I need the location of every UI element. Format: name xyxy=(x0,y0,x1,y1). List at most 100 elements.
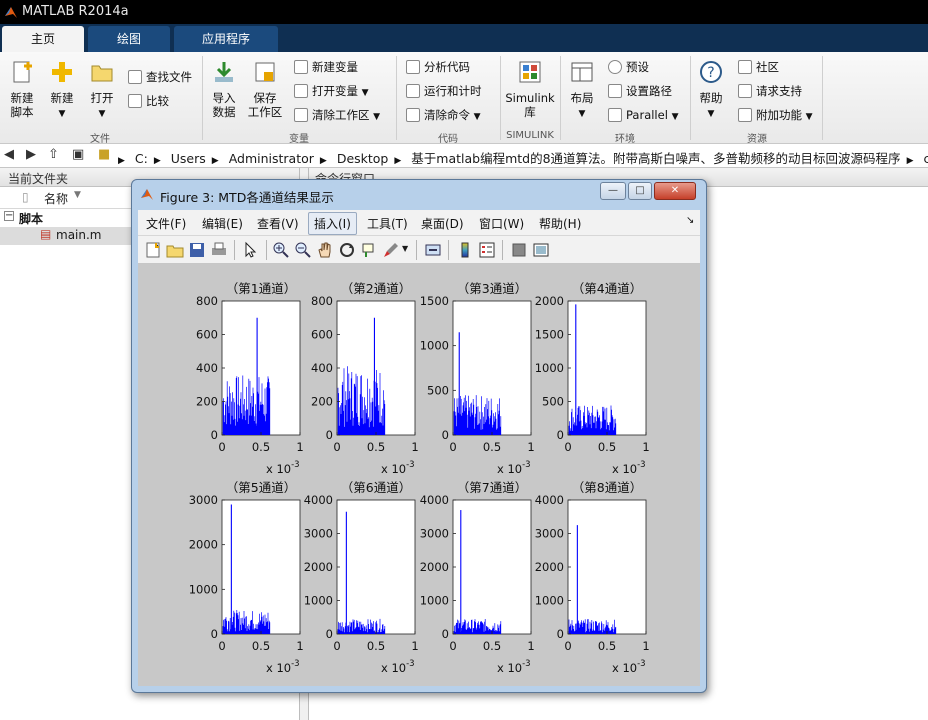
community-button[interactable]: 社区 xyxy=(738,60,779,74)
new-figure-icon[interactable] xyxy=(144,241,162,259)
y-tick-label: 3000 xyxy=(535,527,564,541)
brush-icon[interactable] xyxy=(382,241,400,259)
app-title: MATLAB R2014a xyxy=(22,4,129,19)
x-tick-label: 1 xyxy=(411,440,418,454)
compare-button[interactable]: 比较 xyxy=(128,94,169,108)
menu-insert[interactable]: 插入(I) xyxy=(308,212,357,235)
hide-plot-tools-icon[interactable] xyxy=(510,241,528,259)
figure-title: Figure 3: MTD各通道结果显示 xyxy=(160,190,334,205)
y-tick-label: 0 xyxy=(326,428,333,442)
column-name[interactable]: 名称 xyxy=(44,190,68,207)
simulink-library-button[interactable]: Simulink 库 xyxy=(504,60,556,119)
print-icon[interactable] xyxy=(210,241,228,259)
tab-plots[interactable]: 绘图 xyxy=(88,26,170,52)
m-file-icon: ▤ xyxy=(40,227,52,241)
y-tick-label: 1000 xyxy=(420,339,449,353)
clear-commands-button[interactable]: 清除命令 ▼ xyxy=(406,108,481,124)
dock-arrow-icon[interactable]: ↘ xyxy=(686,215,694,226)
save-workspace-button[interactable]: 保存 工作区 xyxy=(246,60,284,119)
y-tick-label: 800 xyxy=(196,294,218,308)
group-environment-label: 环境 xyxy=(615,134,635,145)
clear-workspace-icon xyxy=(294,108,308,122)
crumb-users[interactable]: Users xyxy=(171,151,206,166)
run-and-time-button[interactable]: 运行和计时 xyxy=(406,84,482,98)
set-path-icon xyxy=(608,84,622,98)
clear-commands-icon xyxy=(406,108,420,122)
group-simulink-label: SIMULINK xyxy=(506,130,554,141)
clear-workspace-button[interactable]: 清除工作区 ▼ xyxy=(294,108,380,124)
collapse-icon[interactable]: − xyxy=(4,211,14,221)
addons-button[interactable]: 附加功能 ▼ xyxy=(738,108,813,124)
x-exponent-label: x 10-3 xyxy=(497,460,531,476)
y-tick-label: 1000 xyxy=(304,594,333,608)
analyze-code-button[interactable]: 分析代码 xyxy=(406,60,470,74)
subplot-title: （第2通道） xyxy=(341,281,411,296)
y-tick-label: 400 xyxy=(311,361,333,375)
request-support-button[interactable]: 请求支持 xyxy=(738,84,802,98)
open-variable-button[interactable]: 打开变量 ▼ xyxy=(294,84,369,100)
data-cursor-icon[interactable] xyxy=(360,241,378,259)
zoom-out-icon[interactable] xyxy=(294,241,312,259)
legend-icon[interactable] xyxy=(478,241,496,259)
crumb-drive[interactable]: C: xyxy=(135,151,148,166)
parallel-button[interactable]: Parallel ▼ xyxy=(608,108,678,124)
new-button[interactable]: 新建 ▼ xyxy=(46,60,78,121)
menu-help[interactable]: 帮助(H) xyxy=(539,215,581,232)
help-button[interactable]: ? 帮助 ▼ xyxy=(696,60,726,121)
crumb-desktop[interactable]: Desktop xyxy=(337,151,389,166)
open-button[interactable]: 打开 ▼ xyxy=(86,60,118,121)
forward-icon[interactable]: ▶ xyxy=(26,147,36,162)
ribbon-divider xyxy=(500,56,501,140)
plot-area[interactable]: （第1通道） 0 200 400 600 800 0 0.5 1 x 10-3 （第2通道） 0 200… xyxy=(138,264,700,686)
new-script-button[interactable]: 新建 脚本 xyxy=(6,60,38,119)
show-plot-tools-icon[interactable] xyxy=(532,241,550,259)
y-tick-label: 200 xyxy=(311,395,333,409)
menu-tools[interactable]: 工具(T) xyxy=(367,215,408,232)
app-title-bar: MATLAB R2014a xyxy=(0,0,928,24)
import-data-button[interactable]: 导入 数据 xyxy=(208,60,240,119)
tab-home[interactable]: 主页 xyxy=(2,26,84,52)
zoom-in-icon[interactable] xyxy=(272,241,290,259)
figure-title-bar[interactable]: Figure 3: MTD各通道结果显示 — □ ✕ xyxy=(132,180,706,210)
colorbar-icon[interactable] xyxy=(456,241,474,259)
crumb-project[interactable]: 基于matlab编程mtd的8通道算法。附带高斯白噪声、多普勒频移的动目标回波源… xyxy=(411,151,900,166)
x-tick-label: 0 xyxy=(564,440,571,454)
brush-dropdown-icon[interactable]: ▼ xyxy=(402,244,408,253)
menu-window[interactable]: 窗口(W) xyxy=(479,215,524,232)
maximize-button[interactable]: □ xyxy=(628,182,652,200)
figure-window: Figure 3: MTD各通道结果显示 — □ ✕ 文件(F) 编辑(E) 查… xyxy=(131,179,707,693)
subplots-figure[interactable]: （第1通道） 0 200 400 600 800 0 0.5 1 x 10-3 （第2通道） 0 200… xyxy=(138,264,700,686)
pan-hand-icon[interactable] xyxy=(316,241,334,259)
y-tick-label: 1000 xyxy=(189,582,218,596)
tab-apps[interactable]: 应用程序 xyxy=(174,26,278,52)
link-plot-icon[interactable] xyxy=(424,241,442,259)
open-file-icon[interactable] xyxy=(166,241,184,259)
rotate-3d-icon[interactable] xyxy=(338,241,356,259)
plus-icon xyxy=(52,62,72,82)
set-path-button[interactable]: 设置路径 xyxy=(608,84,672,98)
y-tick-label: 3000 xyxy=(189,493,218,507)
x-exponent-label: x 10-3 xyxy=(381,659,415,675)
layout-button[interactable]: 布局 ▼ xyxy=(566,60,598,121)
preferences-button[interactable]: 预设 xyxy=(608,60,649,74)
back-icon[interactable]: ◀ xyxy=(4,147,14,162)
new-variable-button[interactable]: 新建变量 xyxy=(294,60,358,74)
save-icon[interactable] xyxy=(188,241,206,259)
menu-file[interactable]: 文件(F) xyxy=(146,215,186,232)
x-tick-label: 0.5 xyxy=(252,440,270,454)
minimize-button[interactable]: — xyxy=(600,182,626,200)
find-files-button[interactable]: 查找文件 xyxy=(128,70,192,84)
axes-box xyxy=(452,499,532,635)
menu-edit[interactable]: 编辑(E) xyxy=(202,215,243,232)
y-tick-label: 0 xyxy=(326,627,333,641)
crumb-administrator[interactable]: Administrator xyxy=(229,151,314,166)
pointer-icon[interactable] xyxy=(242,241,260,259)
browse-folder-icon[interactable]: ▣ xyxy=(72,147,84,162)
save-workspace-label: 保存 工作区 xyxy=(247,91,283,119)
up-folder-icon[interactable]: ⇧ xyxy=(48,147,59,162)
svg-text:?: ? xyxy=(707,65,714,81)
crumb-code[interactable]: code xyxy=(923,151,928,166)
menu-view[interactable]: 查看(V) xyxy=(257,215,299,232)
menu-desktop[interactable]: 桌面(D) xyxy=(421,215,464,232)
close-button[interactable]: ✕ xyxy=(654,182,696,200)
